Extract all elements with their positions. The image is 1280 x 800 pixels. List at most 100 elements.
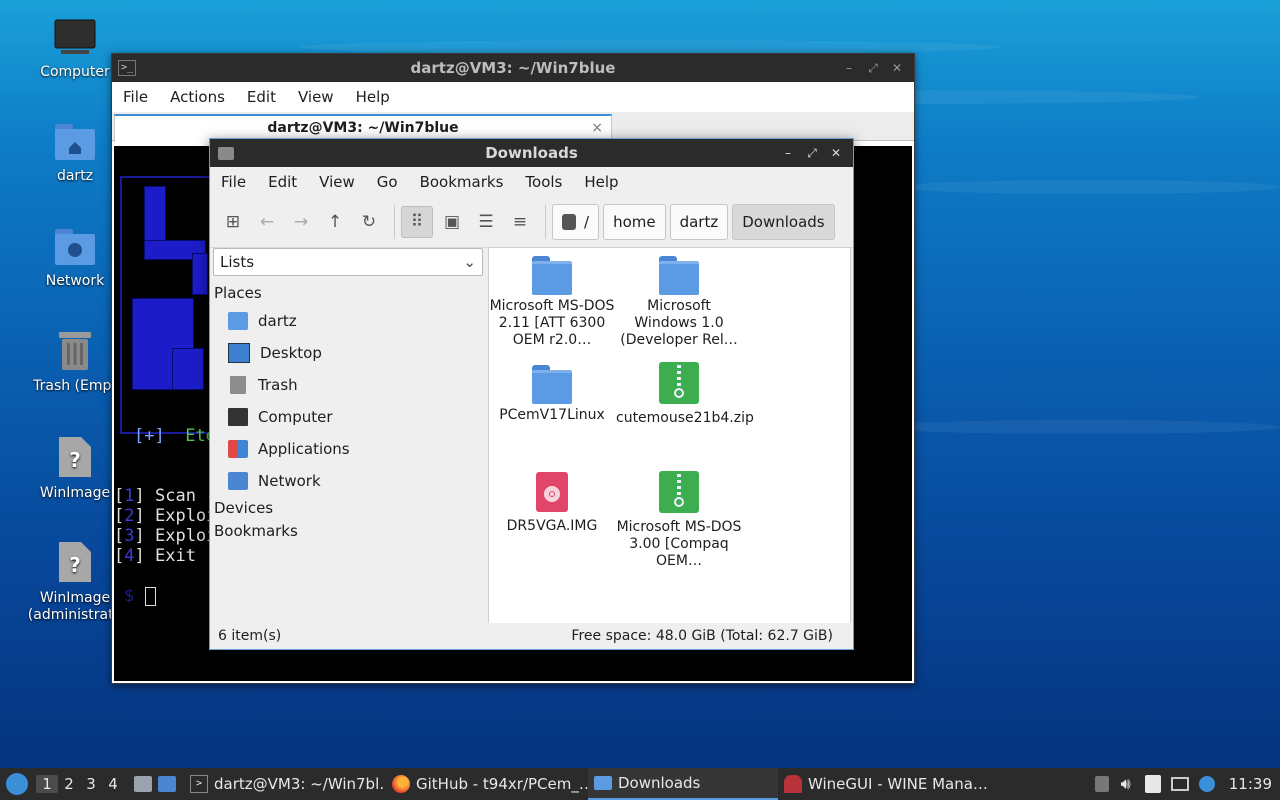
desktop-icon-label: Network [45, 273, 105, 289]
maximize-icon[interactable]: ⤢ [805, 146, 819, 160]
zip-archive-icon [659, 362, 699, 404]
menu-go[interactable]: Go [366, 173, 409, 191]
task-winegui[interactable]: WineGUI - WINE Mana… [778, 768, 990, 800]
menu-view[interactable]: View [308, 173, 366, 191]
breadcrumb-downloads[interactable]: Downloads [732, 204, 835, 240]
menu-edit[interactable]: Edit [257, 173, 308, 191]
file-item[interactable]: PCemV17Linux [489, 365, 615, 424]
tab-close-icon[interactable]: × [591, 116, 603, 140]
svg-text:?: ? [69, 448, 81, 472]
network-icon [228, 472, 248, 490]
desktop-icon-winimage-admin[interactable]: ? WinImage (administrato [25, 540, 125, 624]
menu-option-2: [2] Exploi [114, 506, 217, 526]
file-name: Microsoft Windows 1.0 (Developer Rel… [620, 298, 738, 348]
menu-bookmarks[interactable]: Bookmarks [409, 173, 515, 191]
devices-header[interactable]: Devices [214, 497, 487, 520]
task-firefox[interactable]: GitHub - t94xr/PCem_… [386, 768, 588, 800]
close-icon[interactable]: ✕ [890, 61, 904, 75]
file-item[interactable]: Microsoft MS-DOS 2.11 [ATT 6300 OEM r2.0… [489, 256, 615, 349]
file-manager-launcher-icon[interactable] [134, 776, 152, 792]
file-manager-window[interactable]: Downloads – ⤢ ✕ File Edit View Go Bookma… [209, 138, 854, 650]
tray-up-arrow-icon[interactable] [1094, 776, 1109, 792]
notification-icon[interactable] [1198, 776, 1215, 792]
terminal-icon: > [190, 775, 208, 793]
maximize-icon[interactable]: ⤢ [866, 61, 880, 75]
workspace-4[interactable]: 4 [102, 775, 124, 793]
place-item-network[interactable]: Network [212, 465, 487, 497]
place-label: dartz [258, 312, 297, 330]
volume-icon[interactable]: 🔊︎ [1121, 774, 1131, 794]
menu-edit[interactable]: Edit [236, 88, 287, 106]
clock[interactable]: 11:39 [1229, 775, 1272, 793]
terminal-menubar: File Actions Edit View Help [112, 82, 914, 112]
breadcrumb-dartz[interactable]: dartz [669, 204, 729, 240]
unknown-file-icon: ? [59, 542, 91, 582]
workspace-3[interactable]: 3 [80, 775, 102, 793]
desktop-icon-home[interactable]: dartz [25, 122, 125, 185]
file-item[interactable]: DR5VGA.IMG [489, 472, 615, 535]
menu-help[interactable]: Help [345, 88, 401, 106]
bookmarks-header[interactable]: Bookmarks [214, 520, 487, 543]
desktop-icon-network[interactable]: Network [25, 227, 125, 290]
terminal-titlebar[interactable]: >_ dartz@VM3: ~/Win7blue – ⤢ ✕ [112, 54, 914, 82]
menu-help[interactable]: Help [573, 173, 629, 191]
workspace-2[interactable]: 2 [58, 775, 80, 793]
menu-option-4: [4] Exit [114, 546, 196, 566]
folder-icon [594, 776, 612, 790]
show-desktop-icon[interactable] [158, 776, 176, 792]
place-item-applications[interactable]: Applications [212, 433, 487, 465]
folder-icon [659, 256, 699, 295]
trash-icon [59, 332, 91, 370]
menu-option-1: [1] Scan [114, 486, 196, 506]
place-label: Computer [258, 408, 333, 426]
detailed-list-view-icon[interactable]: ≡ [505, 207, 535, 237]
compact-view-icon[interactable]: ☰ [471, 207, 501, 237]
place-item-computer[interactable]: Computer [212, 401, 487, 433]
forward-arrow-icon[interactable]: → [286, 207, 316, 237]
file-manager-titlebar[interactable]: Downloads – ⤢ ✕ [210, 139, 853, 167]
close-icon[interactable]: ✕ [829, 146, 843, 160]
side-pane-mode-select[interactable]: Lists ⌄ [213, 248, 483, 276]
task-terminal[interactable]: > dartz@VM3: ~/Win7bl… [184, 768, 386, 800]
task-downloads[interactable]: Downloads [588, 768, 778, 800]
unknown-file-icon: ? [59, 437, 91, 477]
desktop-icon-computer[interactable]: Computer [25, 18, 125, 81]
file-item[interactable]: Microsoft MS-DOS 3.00 [Compaq OEM… [616, 471, 742, 570]
breadcrumb-root[interactable]: / [552, 204, 600, 240]
desktop-icon-winimage[interactable]: ? WinImage [25, 435, 125, 502]
side-pane: Lists ⌄ Places dartz Desktop Trash Compu… [212, 247, 487, 625]
new-tab-icon[interactable]: ⊞ [218, 207, 248, 237]
start-menu-icon[interactable] [6, 773, 28, 795]
place-item-desktop[interactable]: Desktop [212, 337, 487, 369]
option-text: Exploi [154, 506, 217, 526]
place-item-trash[interactable]: Trash [212, 369, 487, 401]
file-view[interactable]: Microsoft MS-DOS 2.11 [ATT 6300 OEM r2.0… [488, 247, 851, 625]
up-arrow-icon[interactable]: ↑ [320, 207, 350, 237]
icon-view-icon[interactable]: ⠿ [401, 206, 433, 238]
minimize-icon[interactable]: – [842, 61, 856, 75]
places-header[interactable]: Places [214, 282, 487, 305]
file-item[interactable]: Microsoft Windows 1.0 (Developer Rel… [616, 256, 742, 349]
applications-icon [228, 440, 248, 458]
menu-view[interactable]: View [287, 88, 345, 106]
place-item-dartz[interactable]: dartz [212, 305, 487, 337]
file-item[interactable]: cutemouse21b4.zip [616, 362, 754, 427]
place-label: Trash [258, 376, 298, 394]
firefox-icon [392, 775, 410, 793]
home-folder-icon [55, 124, 95, 160]
reload-icon[interactable]: ↻ [354, 207, 384, 237]
desktop-icon-label: WinImage [39, 485, 111, 501]
terminal-app-icon: >_ [118, 60, 136, 76]
clipboard-icon[interactable] [1144, 775, 1161, 793]
menu-file[interactable]: File [112, 88, 159, 106]
menu-actions[interactable]: Actions [159, 88, 236, 106]
menu-file[interactable]: File [210, 173, 257, 191]
menu-tools[interactable]: Tools [514, 173, 573, 191]
minimize-icon[interactable]: – [781, 146, 795, 160]
breadcrumb-home[interactable]: home [603, 204, 666, 240]
display-icon[interactable] [1170, 777, 1189, 791]
desktop-icon-trash[interactable]: Trash (Empt [25, 330, 125, 395]
thumbnail-view-icon[interactable]: ▣ [437, 207, 467, 237]
back-arrow-icon[interactable]: ← [252, 207, 282, 237]
workspace-1[interactable]: 1 [36, 775, 58, 793]
